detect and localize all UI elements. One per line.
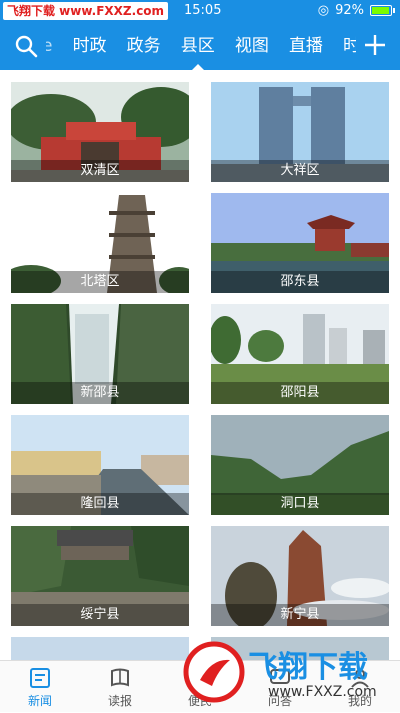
region-label: 新邵县 [11,382,189,404]
mute-icon: ◎ [317,3,330,18]
logo-brand-text: 飞翔下载 [248,650,368,685]
region-card-xinshao[interactable]: 新邵县 [11,304,189,404]
logo-icon [183,641,245,703]
region-label: 洞口县 [211,493,389,515]
region-label: 双清区 [11,160,189,182]
region-photo [11,637,189,660]
battery-icon [370,5,395,16]
battery-percent: 92% [335,3,364,18]
logo-url-text: www.FXXZ.com [268,684,377,700]
region-label: 隆回县 [11,493,189,515]
region-card-shaodong[interactable]: 邵东县 [211,193,389,293]
region-label: 新宁县 [211,604,389,626]
region-card-shuangqing[interactable]: 双清区 [11,82,189,182]
region-grid: 双清区 大祥区 北塔区 邵东县 新邵县 邵阳县 隆回县 洞口县 绥宁县 新宁县 [0,70,400,660]
region-label: 北塔区 [11,271,189,293]
bottom-tab-newspaper[interactable]: 读报 [80,661,160,713]
region-card-daxiang[interactable]: 大祥区 [211,82,389,182]
bottom-tab-news[interactable]: 新闻 [0,661,80,713]
status-time: 15:05 [184,3,222,18]
tab-partial-right[interactable]: 时 [343,22,356,70]
region-card-beita[interactable]: 北塔区 [11,193,189,293]
region-label: 邵阳县 [211,382,389,404]
region-card-partial[interactable] [11,637,189,660]
tab-zhengwu[interactable]: 政务 [127,22,161,70]
tab-xianqu[interactable]: 县区 [181,22,215,70]
logo-watermark: 飞翔下载 www.FXXZ.com [182,636,400,712]
region-card-shaoyang[interactable]: 邵阳县 [211,304,389,404]
bottom-tab-label: 新闻 [27,694,52,708]
channel-tabs: e 时政 政务 县区 视图 直播 时 [46,22,356,70]
status-right: ◎ 92% [317,3,395,18]
region-card-xinning[interactable]: 新宁县 [211,526,389,626]
bottom-tab-label: 读报 [107,694,132,708]
tab-partial[interactable]: e [46,22,52,70]
region-card-longhui[interactable]: 隆回县 [11,415,189,515]
tab-zhibo[interactable]: 直播 [289,22,323,70]
news-icon [30,668,50,688]
newspaper-icon [111,668,129,687]
region-card-dongkou[interactable]: 洞口县 [211,415,389,515]
region-label: 邵东县 [211,271,389,293]
tab-shizheng[interactable]: 时政 [73,22,107,70]
status-bar: 飞翔下载 www.FXXZ.com 15:05 ◎ 92% [0,0,400,22]
tab-shitu[interactable]: 视图 [235,22,269,70]
top-nav: e 时政 政务 县区 视图 直播 时 [0,22,400,70]
region-label: 大祥区 [211,160,389,182]
add-channel-icon[interactable] [362,32,388,58]
region-label: 绥宁县 [11,604,189,626]
search-icon[interactable] [14,34,38,58]
region-card-suining[interactable]: 绥宁县 [11,526,189,626]
watermark-badge: 飞翔下载 www.FXXZ.com [3,2,169,20]
